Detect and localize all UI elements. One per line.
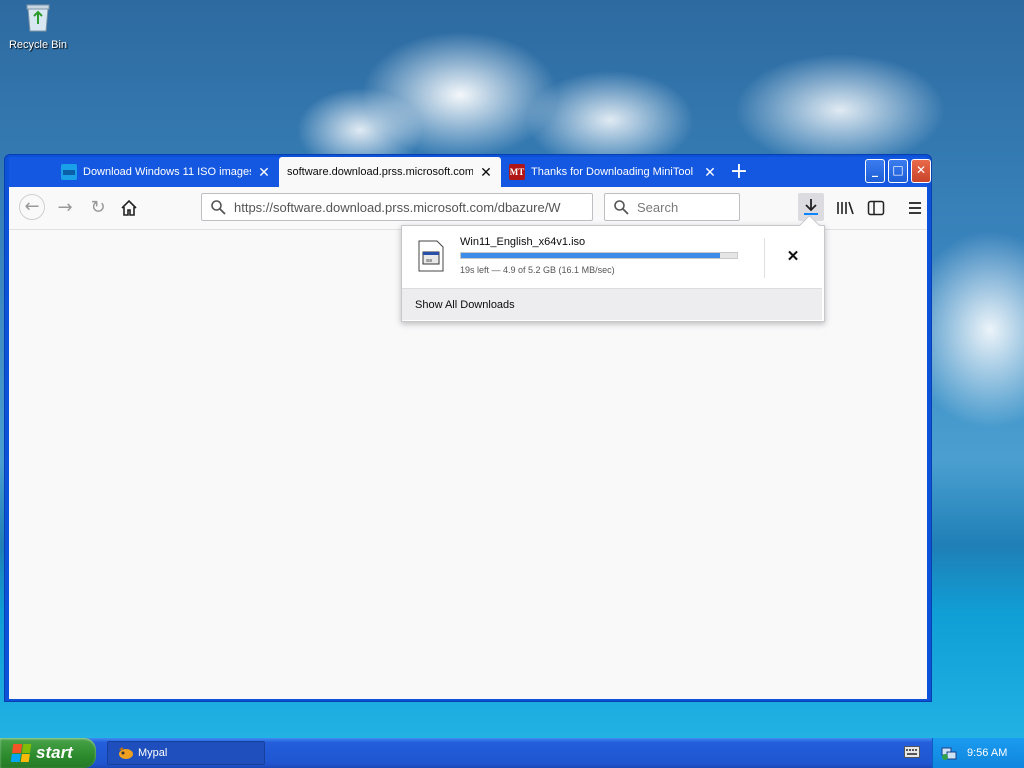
download-filename: Win11_English_x64v1.iso	[460, 236, 586, 248]
tab-label: Thanks for Downloading MiniTool P	[531, 166, 697, 178]
show-all-downloads-button[interactable]: Show All Downloads	[402, 288, 822, 320]
search-icon	[614, 200, 629, 215]
cancel-download-button[interactable]: ✕	[780, 246, 806, 268]
download-progress-bar	[460, 252, 738, 259]
minitool-favicon-icon: MT	[509, 164, 525, 180]
tab-close-icon[interactable]: ✕	[257, 164, 271, 181]
tab-bar: Download Windows 11 ISO images ✕ softwar…	[9, 157, 931, 187]
home-icon	[121, 199, 137, 216]
tab-close-icon[interactable]: ✕	[703, 164, 717, 181]
url-bar[interactable]: https://software.download.prss.microsoft…	[201, 193, 593, 221]
back-button[interactable]: ←	[19, 194, 45, 220]
divider	[764, 238, 765, 278]
tab-close-icon[interactable]: ✕	[479, 164, 493, 181]
tab-label: software.download.prss.microsoft.com	[287, 166, 473, 178]
sidebar-toggle-button[interactable]	[863, 196, 889, 220]
mypal-app-icon	[119, 747, 133, 759]
clock[interactable]: 9:56 AM	[967, 747, 1007, 759]
sidebar-icon	[867, 200, 885, 216]
navigation-toolbar: ← → ↻ https://software.download.prss.mic…	[9, 187, 927, 230]
taskbar: start Mypal 9:56 AM	[0, 738, 1024, 768]
start-button[interactable]: start	[0, 738, 96, 768]
tab-software-download[interactable]: software.download.prss.microsoft.com ✕	[279, 157, 501, 187]
menu-button[interactable]	[902, 196, 928, 220]
show-all-downloads-label: Show All Downloads	[415, 299, 515, 311]
reload-button[interactable]: ↻	[85, 196, 111, 220]
download-status: 19s left — 4.9 of 5.2 GB (16.1 MB/sec)	[460, 265, 615, 275]
download-item[interactable]: ≡≡ Win11_English_x64v1.iso 19s left — 4.…	[402, 226, 822, 288]
hamburger-menu-icon	[909, 202, 921, 214]
windows-site-favicon-icon	[61, 164, 77, 180]
iso-file-icon: ≡≡	[418, 240, 444, 272]
network-icon[interactable]	[941, 745, 957, 761]
system-tray: 9:56 AM	[932, 738, 1024, 768]
downloads-panel: ≡≡ Win11_English_x64v1.iso 19s left — 4.…	[401, 214, 825, 322]
search-input[interactable]: Search	[604, 193, 740, 221]
taskbar-item-mypal[interactable]: Mypal	[107, 741, 265, 765]
search-icon	[211, 200, 226, 215]
library-icon	[837, 201, 854, 215]
recycle-bin-icon	[26, 4, 50, 32]
minimize-button[interactable]: _	[865, 159, 885, 183]
new-tab-button[interactable]: +	[725, 160, 753, 184]
windows-logo-icon	[10, 744, 32, 762]
search-placeholder: Search	[637, 199, 679, 215]
tab-label: Download Windows 11 ISO images	[83, 166, 251, 178]
library-button[interactable]	[832, 196, 858, 220]
maximize-button[interactable]: □	[888, 159, 908, 183]
start-label: start	[36, 743, 73, 762]
recycle-bin-label: Recycle Bin	[8, 39, 68, 51]
keyboard-icon[interactable]	[904, 746, 920, 758]
download-progress-fill	[461, 253, 721, 258]
tab-minitool-thanks[interactable]: MT Thanks for Downloading MiniTool P ✕	[501, 157, 725, 187]
forward-button[interactable]: →	[52, 196, 78, 220]
taskbar-item-label: Mypal	[138, 747, 168, 759]
close-window-button[interactable]: ✕	[911, 159, 931, 183]
download-arrow-icon	[804, 199, 818, 215]
tab-download-windows[interactable]: Download Windows 11 ISO images ✕	[53, 157, 279, 187]
recycle-bin-shortcut[interactable]: Recycle Bin	[6, 0, 70, 51]
url-text: https://software.download.prss.microsoft…	[234, 199, 561, 215]
svg-text:≡≡: ≡≡	[426, 258, 432, 264]
home-button[interactable]	[116, 196, 142, 220]
